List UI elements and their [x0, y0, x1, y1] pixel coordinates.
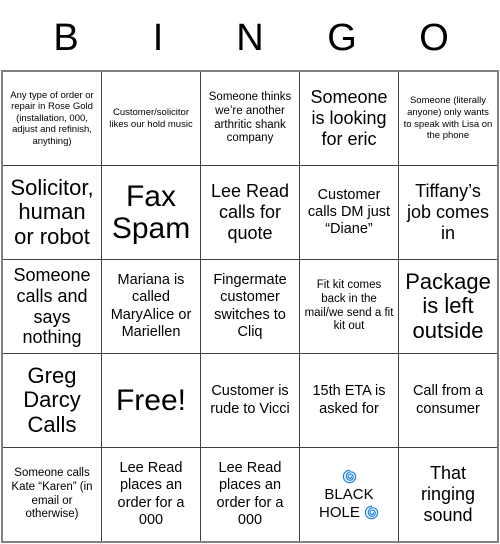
bingo-cell-n5[interactable]: Lee Read places an order for a 000 — [200, 447, 300, 543]
bingo-cell-text: Fit kit comes back in the mail/we send a… — [304, 278, 394, 333]
bingo-cell-text: 15th ETA is asked for — [312, 383, 386, 417]
bingo-cell-text: Lee Read places an order for a 000 — [216, 460, 284, 528]
black-hole-label-line2: HOLE — [318, 503, 360, 521]
bingo-cell-text: Package is left outside — [405, 269, 491, 343]
bingo-cell-text: Greg Darcy Calls — [23, 363, 81, 437]
bingo-cell-n4[interactable]: Customer is rude to Vicci — [200, 353, 300, 448]
bingo-cell-o4[interactable]: Call from a consumer — [398, 353, 499, 448]
bingo-cell-g1[interactable]: Someone is looking for eric — [299, 70, 399, 166]
bingo-cell-text: Someone calls Kate “Karen” (in email or … — [11, 466, 93, 521]
bingo-row: Any type of order or repair in Rose Gold… — [1, 70, 499, 166]
bingo-letter-n: N — [236, 17, 264, 59]
bingo-cell-o1[interactable]: Someone (literally anyone) only wants to… — [398, 70, 499, 166]
bingo-cell-i3[interactable]: Mariana is called MaryAlice or Mariellen — [101, 259, 201, 354]
bingo-cell-text: Customer is rude to Vicci — [210, 383, 290, 417]
bingo-cell-text: Call from a consumer — [412, 383, 484, 417]
bingo-cell-text: Lee Read calls for quote — [210, 181, 290, 243]
bingo-cell-text: Someone is looking for eric — [310, 87, 388, 149]
bingo-cell-text: Customer/solicitor likes our hold music — [109, 106, 193, 130]
bingo-cell-o3[interactable]: Package is left outside — [398, 259, 499, 354]
bingo-header: B I N G O — [20, 0, 480, 70]
bingo-cell-i5[interactable]: Lee Read places an order for a 000 — [101, 447, 201, 543]
bingo-letter-g: G — [327, 17, 357, 59]
black-hole-content: BLACK HOLE — [303, 468, 395, 522]
bingo-cell-g4[interactable]: 15th ETA is asked for — [299, 353, 399, 448]
bingo-cell-i1[interactable]: Customer/solicitor likes our hold music — [101, 70, 201, 166]
bingo-cell-text: Mariana is called MaryAlice or Mariellen — [110, 272, 192, 340]
bingo-cell-g3[interactable]: Fit kit comes back in the mail/we send a… — [299, 259, 399, 354]
bingo-letter-i: I — [152, 17, 164, 59]
bingo-cell-b1[interactable]: Any type of order or repair in Rose Gold… — [1, 70, 102, 166]
bingo-cell-free-space[interactable]: Free! — [101, 353, 201, 448]
bingo-cell-n2[interactable]: Lee Read calls for quote — [200, 165, 300, 260]
bingo-row: Someone calls and says nothing Mariana i… — [1, 259, 499, 354]
bingo-cell-text: Someone (literally anyone) only wants to… — [403, 95, 493, 142]
bingo-row: Greg Darcy Calls Free! Customer is rude … — [1, 353, 499, 448]
bingo-cell-b5[interactable]: Someone calls Kate “Karen” (in email or … — [1, 447, 102, 543]
bingo-row: Solicitor, human or robot Fax Spam Lee R… — [1, 165, 499, 260]
bingo-cell-g2[interactable]: Customer calls DM just “Diane” — [299, 165, 399, 260]
bingo-cell-b2[interactable]: Solicitor, human or robot — [1, 165, 102, 260]
bingo-cell-text: Fingermate customer switches to Cliq — [213, 272, 287, 340]
bingo-cell-n1[interactable]: Someone thinks we’re another arthritic s… — [200, 70, 300, 166]
bingo-cell-o5[interactable]: That ringing sound — [398, 447, 499, 543]
bingo-row: Someone calls Kate “Karen” (in email or … — [1, 447, 499, 543]
bingo-cell-text: That ringing sound — [420, 463, 476, 525]
bingo-cell-black-hole[interactable]: BLACK HOLE — [299, 447, 399, 543]
bingo-letter-b: B — [53, 17, 79, 59]
bingo-cell-n3[interactable]: Fingermate customer switches to Cliq — [200, 259, 300, 354]
black-hole-label-line1: BLACK — [324, 485, 374, 503]
bingo-letter-o: O — [419, 17, 449, 59]
bingo-cell-text: Lee Read places an order for a 000 — [117, 460, 185, 528]
bingo-cell-text: Solicitor, human or robot — [10, 175, 94, 249]
bingo-cell-text: Someone calls and says nothing — [13, 265, 91, 348]
bingo-cell-text: Tiffany’s job comes in — [406, 181, 490, 243]
bingo-cell-text: Any type of order or repair in Rose Gold… — [10, 89, 94, 147]
bingo-cell-text: Free! — [115, 383, 187, 417]
cyclone-spiral-icon — [364, 505, 379, 520]
black-hole-top-icon-line — [342, 468, 357, 486]
bingo-cell-text: Someone thinks we’re another arthritic s… — [208, 90, 292, 145]
bingo-grid: Any type of order or repair in Rose Gold… — [1, 70, 499, 543]
cyclone-spiral-icon — [342, 469, 357, 484]
bingo-cell-o2[interactable]: Tiffany’s job comes in — [398, 165, 499, 260]
bingo-cell-b4[interactable]: Greg Darcy Calls — [1, 353, 102, 448]
bingo-cell-text: Fax Spam — [111, 180, 191, 245]
black-hole-label-line2-row: HOLE — [319, 504, 379, 522]
bingo-cell-text: Customer calls DM just “Diane” — [307, 186, 391, 238]
bingo-cell-b3[interactable]: Someone calls and says nothing — [1, 259, 102, 354]
bingo-card: B I N G O Any type of order or repair in… — [0, 0, 500, 544]
bingo-cell-i2[interactable]: Fax Spam — [101, 165, 201, 260]
